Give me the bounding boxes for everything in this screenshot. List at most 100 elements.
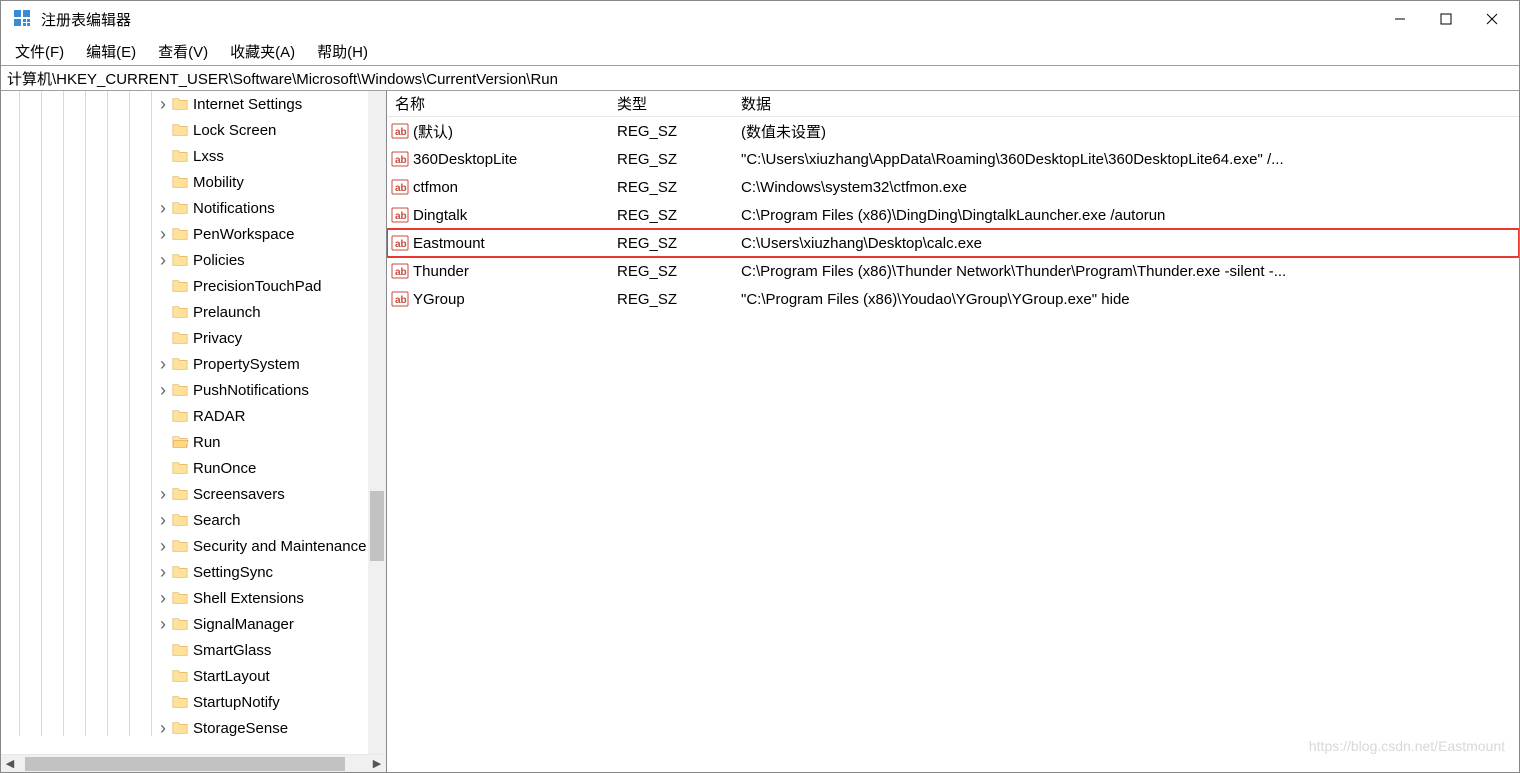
tree-item-privacy[interactable]: Privacy: [1, 325, 386, 351]
value-row[interactable]: 360DesktopLiteREG_SZ"C:\Users\xiuzhang\A…: [387, 145, 1519, 173]
value-type: REG_SZ: [609, 235, 733, 252]
tree-item-label: StorageSense: [193, 720, 288, 737]
scroll-right-icon[interactable]: ▶: [368, 757, 386, 770]
string-value-icon: [391, 206, 409, 224]
values-list: 名称 类型 数据 (默认)REG_SZ(数值未设置)360DesktopLite…: [387, 91, 1519, 772]
value-name: (默认): [413, 121, 453, 142]
folder-icon: [171, 96, 189, 112]
folder-icon: [171, 356, 189, 372]
value-name-cell: Eastmount: [387, 234, 609, 252]
menu-file[interactable]: 文件(F): [11, 39, 68, 64]
tree-pane: ›Internet Settings Lock Screen LxssMobilit…: [1, 91, 387, 772]
menu-favorites[interactable]: 收藏夹(A): [226, 39, 299, 64]
expander-icon[interactable]: ›: [155, 354, 171, 375]
address-bar[interactable]: 计算机\HKEY_CURRENT_USER\Software\Microsoft…: [1, 65, 1519, 91]
expander-icon[interactable]: ›: [155, 614, 171, 635]
value-row[interactable]: EastmountREG_SZC:\Users\xiuzhang\Desktop…: [387, 229, 1519, 257]
menu-view[interactable]: 查看(V): [154, 39, 212, 64]
value-row[interactable]: DingtalkREG_SZC:\Program Files (x86)\Din…: [387, 201, 1519, 229]
tree-item-label: Notifications: [193, 200, 275, 217]
maximize-button[interactable]: [1423, 2, 1469, 36]
value-name-cell: ctfmon: [387, 178, 609, 196]
tree-item-run[interactable]: Run: [1, 429, 386, 455]
value-row[interactable]: ThunderREG_SZC:\Program Files (x86)\Thun…: [387, 257, 1519, 285]
folder-icon: [171, 694, 189, 710]
string-value-icon: [391, 178, 409, 196]
expander-icon[interactable]: ›: [155, 380, 171, 401]
column-header-type[interactable]: 类型: [609, 93, 733, 114]
expander-icon[interactable]: ›: [155, 198, 171, 219]
tree-item-search[interactable]: ›Search: [1, 507, 386, 533]
tree-item-runonce[interactable]: RunOnce: [1, 455, 386, 481]
tree-item-precisiontouchpad[interactable]: PrecisionTouchPad: [1, 273, 386, 299]
value-name-cell: (默认): [387, 121, 609, 142]
expander-icon[interactable]: ›: [155, 484, 171, 505]
titlebar: 注册表编辑器: [1, 1, 1519, 37]
folder-icon: [171, 304, 189, 320]
string-value-icon: [391, 122, 409, 140]
tree-item-label: Prelaunch: [193, 304, 261, 321]
expander-icon[interactable]: ›: [155, 250, 171, 271]
tree-item-radar[interactable]: RADAR: [1, 403, 386, 429]
tree-item-screensavers[interactable]: ›Screensavers: [1, 481, 386, 507]
tree-scrollbar-horizontal[interactable]: ◀ ▶: [1, 754, 386, 772]
column-header-data[interactable]: 数据: [733, 93, 1519, 114]
window-controls: [1377, 2, 1515, 36]
tree-item-notifications[interactable]: › Notifications: [1, 195, 386, 221]
value-name: ctfmon: [413, 179, 458, 196]
tree-scrollbar-vertical[interactable]: [368, 91, 386, 754]
value-row[interactable]: ctfmonREG_SZC:\Windows\system32\ctfmon.e…: [387, 173, 1519, 201]
column-header-name[interactable]: 名称: [387, 93, 609, 114]
tree-item-startlayout[interactable]: StartLayout: [1, 663, 386, 689]
value-type: REG_SZ: [609, 291, 733, 308]
value-data: C:\Program Files (x86)\DingDing\Dingtalk…: [733, 207, 1519, 224]
close-button[interactable]: [1469, 2, 1515, 36]
tree-item-startupnotify[interactable]: StartupNotify: [1, 689, 386, 715]
tree-item-smartglass[interactable]: SmartGlass: [1, 637, 386, 663]
expander-icon[interactable]: ›: [155, 510, 171, 531]
value-name-cell: YGroup: [387, 290, 609, 308]
expander-icon[interactable]: ›: [155, 718, 171, 739]
tree-item-shell-extensions[interactable]: ›Shell Extensions: [1, 585, 386, 611]
expander-icon[interactable]: ›: [155, 588, 171, 609]
minimize-button[interactable]: [1377, 2, 1423, 36]
tree-item-signalmanager[interactable]: ›SignalManager: [1, 611, 386, 637]
tree-item-label: RADAR: [193, 408, 246, 425]
tree-item-lock-screen[interactable]: Lock Screen: [1, 117, 386, 143]
tree-item-lxss[interactable]: Lxss: [1, 143, 386, 169]
tree-item-penworkspace[interactable]: ›PenWorkspace: [1, 221, 386, 247]
value-row[interactable]: (默认)REG_SZ(数值未设置): [387, 117, 1519, 145]
tree-item-propertysystem[interactable]: ›PropertySystem: [1, 351, 386, 377]
tree-item-internet-settings[interactable]: ›Internet Settings: [1, 91, 386, 117]
tree-item-prelaunch[interactable]: Prelaunch: [1, 299, 386, 325]
folder-icon: [171, 486, 189, 502]
value-type: REG_SZ: [609, 123, 733, 140]
tree-item-pushnotifications[interactable]: ›PushNotifications: [1, 377, 386, 403]
tree-item-security-and-maintenance[interactable]: ›Security and Maintenance: [1, 533, 386, 559]
folder-icon: [171, 174, 189, 190]
tree-item-label: SmartGlass: [193, 642, 271, 659]
folder-open-icon: [171, 434, 189, 450]
value-data: "C:\Program Files (x86)\Youdao\YGroup\YG…: [733, 291, 1519, 308]
tree-item-label: RunOnce: [193, 460, 256, 477]
tree-item-mobility[interactable]: Mobility: [1, 169, 386, 195]
tree-item-storagesense[interactable]: › StorageSense: [1, 715, 386, 741]
scroll-left-icon[interactable]: ◀: [1, 757, 19, 770]
folder-icon: [171, 512, 189, 528]
expander-icon[interactable]: ›: [155, 94, 171, 115]
value-name-cell: Dingtalk: [387, 206, 609, 224]
expander-icon[interactable]: ›: [155, 562, 171, 583]
tree-item-policies[interactable]: ›Policies: [1, 247, 386, 273]
menu-edit[interactable]: 编辑(E): [82, 39, 140, 64]
list-body[interactable]: (默认)REG_SZ(数值未设置)360DesktopLiteREG_SZ"C:…: [387, 117, 1519, 313]
tree-item-label: Lock Screen: [193, 122, 276, 139]
scrollbar-thumb[interactable]: [25, 757, 345, 771]
menu-help[interactable]: 帮助(H): [313, 39, 372, 64]
tree-item-settingsync[interactable]: ›SettingSync: [1, 559, 386, 585]
scrollbar-thumb[interactable]: [370, 491, 384, 561]
tree-body[interactable]: ›Internet Settings Lock Screen LxssMobilit…: [1, 91, 386, 754]
expander-icon[interactable]: ›: [155, 224, 171, 245]
value-row[interactable]: YGroupREG_SZ"C:\Program Files (x86)\Youd…: [387, 285, 1519, 313]
expander-icon[interactable]: ›: [155, 536, 171, 557]
address-text: 计算机\HKEY_CURRENT_USER\Software\Microsoft…: [7, 68, 558, 89]
